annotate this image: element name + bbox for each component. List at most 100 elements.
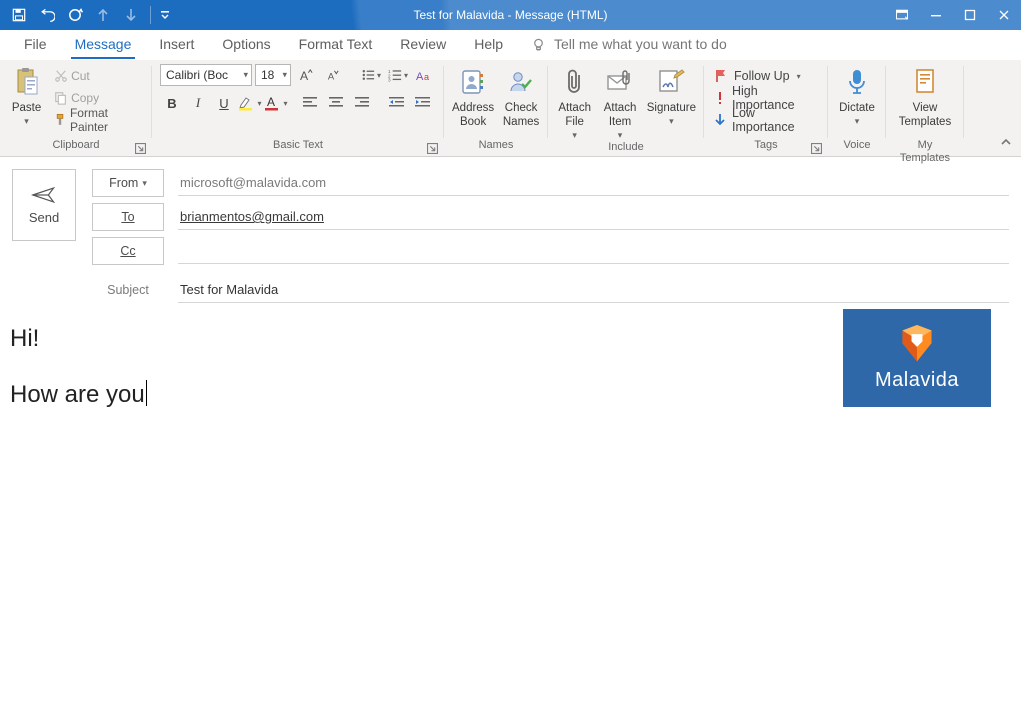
low-importance-button[interactable]: Low Importance	[710, 109, 822, 131]
check-names-icon	[508, 65, 534, 99]
group-label-basic-text: Basic Text	[273, 139, 323, 151]
bullets-button[interactable]: ▾	[359, 64, 383, 86]
svg-text:A: A	[416, 71, 424, 83]
svg-text:A: A	[327, 71, 334, 81]
lightbulb-icon	[531, 37, 546, 52]
to-field[interactable]: brianmentos@gmail.com	[178, 204, 1009, 230]
subject-label: Subject	[92, 283, 164, 297]
minimize-icon[interactable]	[923, 3, 949, 27]
align-right-button[interactable]	[350, 92, 374, 114]
tab-options[interactable]: Options	[208, 30, 284, 59]
bold-button[interactable]: B	[160, 92, 184, 114]
next-item-icon[interactable]	[118, 3, 144, 27]
align-left-button[interactable]	[298, 92, 322, 114]
tell-me-placeholder: Tell me what you want to do	[554, 36, 727, 52]
underline-button[interactable]: U	[212, 92, 236, 114]
check-names-button[interactable]: Check Names	[500, 63, 542, 129]
group-clipboard: Paste ▾ Cut Copy Format Painter Clipbo	[0, 60, 152, 156]
styles-button[interactable]: Aa	[413, 64, 437, 86]
previous-item-icon[interactable]	[90, 3, 116, 27]
shrink-font-button[interactable]: A	[321, 64, 345, 86]
font-color-button[interactable]: A▾	[264, 92, 288, 114]
group-label-my-templates: My Templates	[900, 139, 950, 164]
numbering-button[interactable]: 123▾	[386, 64, 410, 86]
tab-file[interactable]: File	[10, 30, 61, 59]
chevron-down-icon: ▾	[797, 72, 801, 81]
copy-icon	[54, 91, 68, 105]
body-line-2: How are you	[10, 381, 145, 408]
address-book-button[interactable]: Address Book	[450, 63, 496, 129]
dictate-button[interactable]: Dictate ▾	[834, 63, 880, 127]
grow-font-button[interactable]: A	[294, 64, 318, 86]
font-size-combobox[interactable]: 18▾	[255, 64, 291, 86]
redo-icon[interactable]	[62, 3, 88, 27]
dialog-launcher-icon[interactable]	[135, 143, 146, 154]
attach-file-button[interactable]: Attach File ▾	[554, 63, 595, 141]
decrease-indent-button[interactable]	[384, 92, 408, 114]
text-cursor	[146, 380, 147, 406]
group-label-tags: Tags	[754, 139, 777, 151]
format-painter-button[interactable]: Format Painter	[51, 109, 146, 131]
signature-image: Malavida	[843, 309, 991, 407]
to-button[interactable]: To	[92, 203, 164, 231]
flag-icon	[714, 69, 728, 83]
group-basic-text: Calibri (Boc▾ 18▾ A A ▾ 123▾	[152, 60, 444, 156]
paste-icon	[14, 65, 40, 99]
highlight-button[interactable]: ▾	[238, 92, 262, 114]
group-tags: Follow Up ▾ High Importance Low Importan…	[704, 60, 828, 156]
tab-message[interactable]: Message	[61, 30, 146, 59]
view-templates-button[interactable]: View Templates	[892, 63, 958, 129]
cc-field[interactable]	[178, 238, 1009, 264]
send-button[interactable]: Send	[12, 169, 76, 241]
paperclip-icon	[564, 65, 586, 99]
maximize-icon[interactable]	[957, 3, 983, 27]
group-names: Address Book Check Names Names	[444, 60, 548, 156]
tab-help[interactable]: Help	[460, 30, 517, 59]
from-field[interactable]: microsoft@malavida.com	[178, 170, 1009, 196]
collapse-ribbon-icon[interactable]	[997, 134, 1015, 152]
undo-icon[interactable]	[34, 3, 60, 27]
from-button[interactable]: From▾	[92, 169, 164, 197]
attach-item-button[interactable]: Attach Item ▾	[599, 63, 640, 141]
tab-insert[interactable]: Insert	[145, 30, 208, 59]
signature-button[interactable]: Signature ▾	[645, 63, 698, 127]
window-controls	[889, 3, 1021, 27]
italic-button[interactable]: I	[186, 92, 210, 114]
save-icon[interactable]	[6, 3, 32, 27]
paste-button[interactable]: Paste ▾	[6, 63, 47, 127]
group-my-templates: View Templates My Templates	[886, 60, 964, 156]
cc-button[interactable]: Cc	[92, 237, 164, 265]
chevron-down-icon: ▾	[24, 116, 29, 127]
dialog-launcher-icon[interactable]	[811, 143, 822, 154]
message-body[interactable]: Hi! How are you Malavida	[0, 303, 1021, 410]
tab-review[interactable]: Review	[386, 30, 460, 59]
increase-indent-button[interactable]	[410, 92, 434, 114]
group-include: Attach File ▾ Attach Item ▾ Signature ▾ …	[548, 60, 704, 156]
message-header: Send From▾ microsoft@malavida.com To bri…	[0, 157, 1021, 303]
svg-text:3: 3	[388, 78, 391, 82]
tell-me-search[interactable]: Tell me what you want to do	[531, 30, 727, 59]
svg-text:A: A	[267, 95, 275, 109]
paintbrush-icon	[54, 113, 67, 127]
signature-icon	[657, 65, 685, 99]
group-label-names: Names	[479, 139, 514, 151]
tab-format-text[interactable]: Format Text	[285, 30, 387, 59]
send-icon	[31, 186, 57, 204]
svg-text:A: A	[299, 69, 308, 83]
close-icon[interactable]	[991, 3, 1017, 27]
cut-button[interactable]: Cut	[51, 65, 146, 87]
align-center-button[interactable]	[324, 92, 348, 114]
malavida-logo-icon	[898, 325, 936, 365]
group-label-clipboard: Clipboard	[52, 139, 99, 151]
title-bar: Test for Malavida - Message (HTML)	[0, 0, 1021, 30]
font-name-combobox[interactable]: Calibri (Boc▾	[160, 64, 252, 86]
ribbon-display-options-icon[interactable]	[889, 3, 915, 27]
group-voice: Dictate ▾ Voice	[828, 60, 886, 156]
subject-field[interactable]: Test for Malavida	[178, 277, 1009, 303]
recipient-chip[interactable]: brianmentos@gmail.com	[180, 209, 324, 224]
address-book-icon	[460, 65, 486, 99]
customize-qat-icon[interactable]	[157, 3, 173, 27]
down-arrow-icon	[714, 113, 726, 127]
body-line-1: Hi!	[10, 325, 39, 352]
dialog-launcher-icon[interactable]	[427, 143, 438, 154]
